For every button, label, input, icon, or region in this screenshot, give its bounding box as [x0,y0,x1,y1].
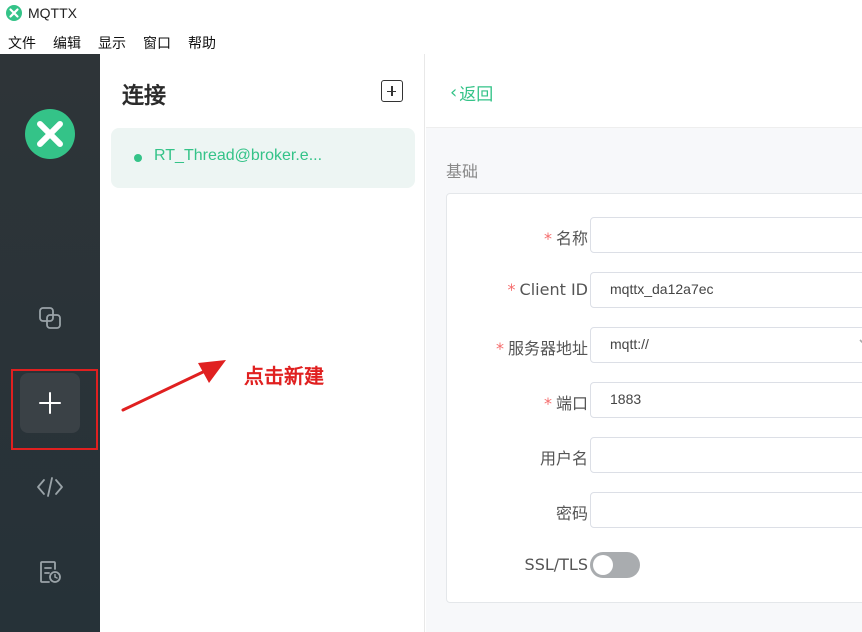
port-input[interactable]: 1883 [590,382,862,418]
window-title: MQTTX [28,5,77,21]
connections-panel: 连接 RT_Thread@broker.e... [100,54,425,632]
annotation-arrow-icon [121,360,226,412]
chevron-down-icon [857,334,862,353]
ssl-label: SSL/TLS [524,555,588,574]
menu-file[interactable]: 文件 [8,33,36,53]
mqttx-logo-icon [25,109,75,159]
sidebar-connections-button[interactable] [20,288,80,348]
script-icon [37,477,63,497]
section-title: 基础 [446,162,479,181]
password-label: 密码 [555,504,588,523]
title-bar: MQTTX [0,0,862,30]
add-connection-icon[interactable] [381,80,403,102]
menu-help[interactable]: 帮助 [188,33,216,53]
name-label: * 名称 [543,229,588,248]
toggle-knob [593,555,613,575]
main-content: ‹ 返回 基础 * 名称 * Client ID mqttx_da12a7ec * 服… [426,54,862,632]
connection-name: RT_Thread@broker.e... [154,147,323,164]
sidebar-script-button[interactable] [20,457,80,517]
client-id-input[interactable]: mqttx_da12a7ec [590,272,862,308]
port-label: * 端口 [543,394,588,413]
password-input[interactable] [590,492,862,528]
username-input[interactable] [590,437,862,473]
host-label: * 服务器地址 [495,339,588,358]
back-button[interactable]: ‹ 返回 [450,80,493,105]
connections-icon [39,307,61,329]
app-logo-icon [6,5,22,21]
header-bar: ‹ 返回 [426,54,862,128]
menu-edit[interactable]: 编辑 [53,33,81,53]
username-label: 用户名 [539,449,588,468]
highlight-box [11,369,98,450]
host-select[interactable]: mqtt:// [590,327,862,363]
connection-item[interactable]: RT_Thread@broker.e... [111,128,415,188]
menu-view[interactable]: 显示 [98,33,126,53]
name-input[interactable] [590,217,862,253]
ssl-toggle[interactable] [590,552,640,578]
back-label: 返回 [459,85,494,105]
chevron-left-icon: ‹ [450,82,458,103]
sidebar [0,54,100,632]
sidebar-log-button[interactable] [20,542,80,602]
menu-window[interactable]: 窗口 [143,33,171,53]
client-id-label: * Client ID [507,280,588,299]
online-status-dot [134,154,142,162]
log-icon [40,561,61,583]
annotation-label: 点击新建 [244,364,324,388]
basic-form: * 名称 * Client ID mqttx_da12a7ec * 服务器地址 mqt… [446,193,862,603]
menu-bar: 文件 编辑 显示 窗口 帮助 [0,30,862,54]
connections-title: 连接 [122,84,167,109]
